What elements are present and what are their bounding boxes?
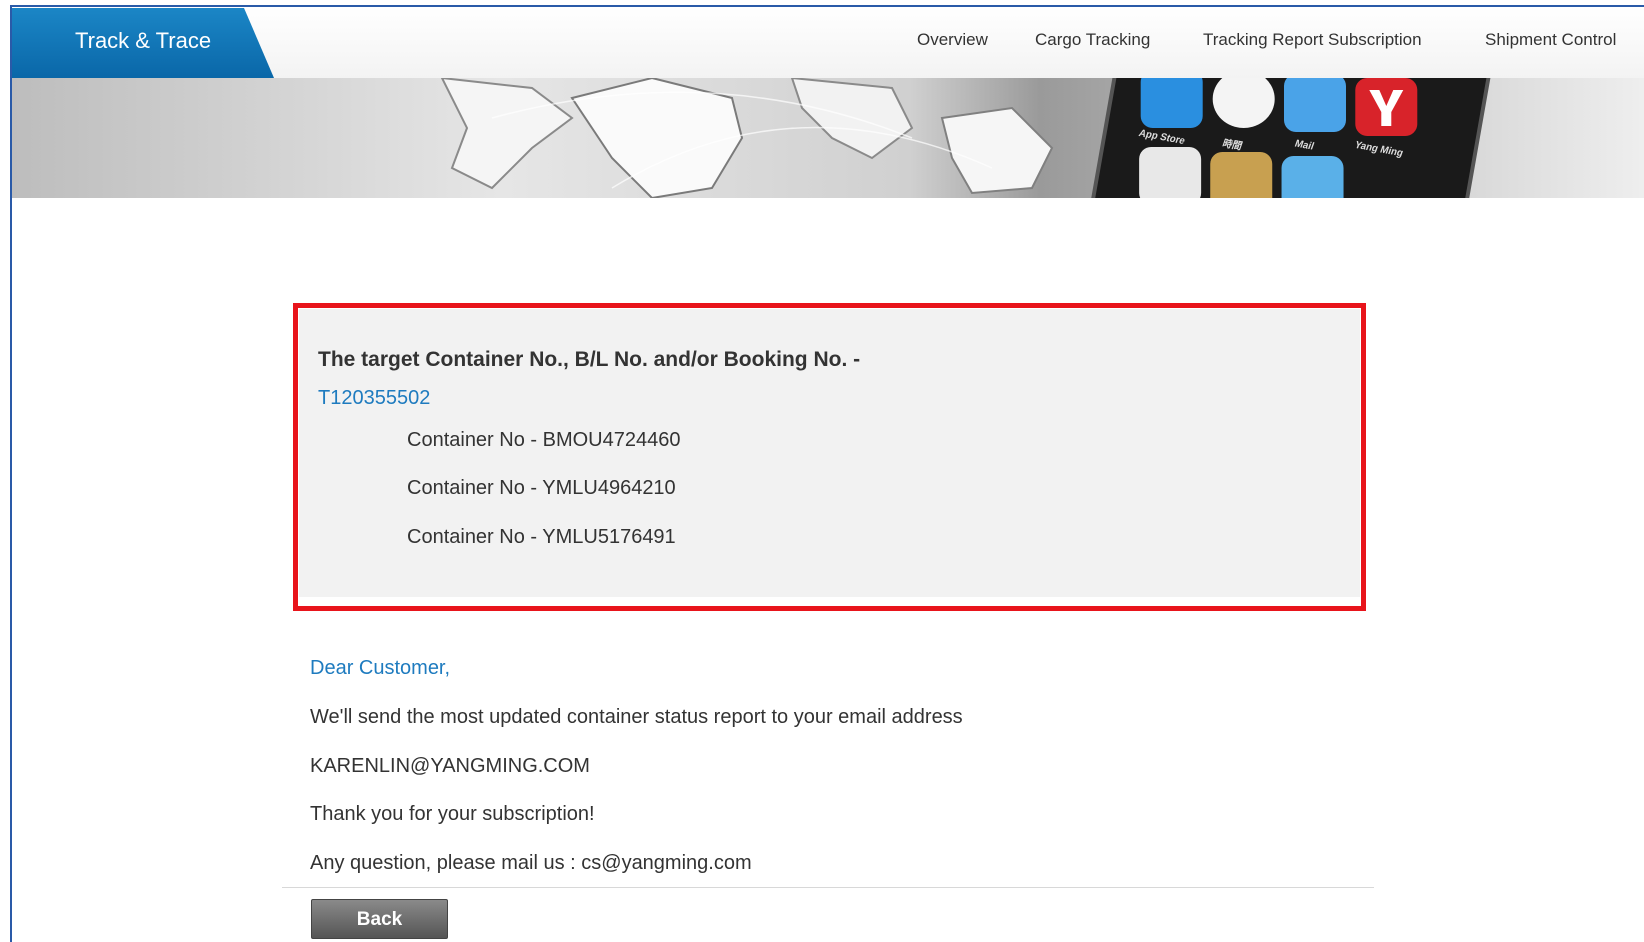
notes-app-icon <box>1139 147 1202 198</box>
app-store-label: App Store <box>1137 127 1187 148</box>
contact-message: Any question, please mail us : cs@yangmi… <box>310 852 752 874</box>
divider <box>282 887 1374 888</box>
yang-ming-logo-mark <box>1369 90 1404 126</box>
mail-label: Mail <box>1293 138 1316 153</box>
safari-app-icon <box>1281 156 1344 198</box>
target-heading: The target Container No., B/L No. and/or… <box>318 348 861 371</box>
yang-ming-logo-icon <box>1355 78 1418 136</box>
container-item: Container No - YMLU5176491 <box>407 526 676 548</box>
nav-tracking-report-subscription[interactable]: Tracking Report Subscription <box>1203 30 1422 56</box>
nav-overview[interactable]: Overview <box>917 30 988 56</box>
clock-label: 時間 <box>1220 138 1244 153</box>
yang-ming-label: Yang Ming <box>1353 139 1405 160</box>
email-address: KARENLIN@YANGMING.COM <box>310 755 590 777</box>
banner-image: App Store 時間 Mail Yang Ming <box>12 78 1644 198</box>
mail-icon <box>1283 78 1346 132</box>
clock-icon <box>1212 78 1275 128</box>
thank-you-message: Thank you for your subscription! <box>310 803 595 825</box>
nav-cargo-tracking[interactable]: Cargo Tracking <box>1035 30 1150 56</box>
container-item: Container No - YMLU4964210 <box>407 477 676 499</box>
greeting-text: Dear Customer, <box>310 657 451 679</box>
target-number-link[interactable]: T120355502 <box>318 387 430 410</box>
nav-shipment-control[interactable]: Shipment Control <box>1485 30 1616 56</box>
status-report-message: We'll send the most updated container st… <box>310 706 963 728</box>
container-item: Container No - BMOU4724460 <box>407 429 681 451</box>
track-and-trace-tab[interactable]: Track & Trace <box>12 8 274 78</box>
back-button[interactable]: Back <box>311 899 448 939</box>
phone-graphic: App Store 時間 Mail Yang Ming <box>1088 78 1494 198</box>
calculator-app-icon <box>1210 152 1273 198</box>
app-store-icon <box>1140 78 1203 128</box>
